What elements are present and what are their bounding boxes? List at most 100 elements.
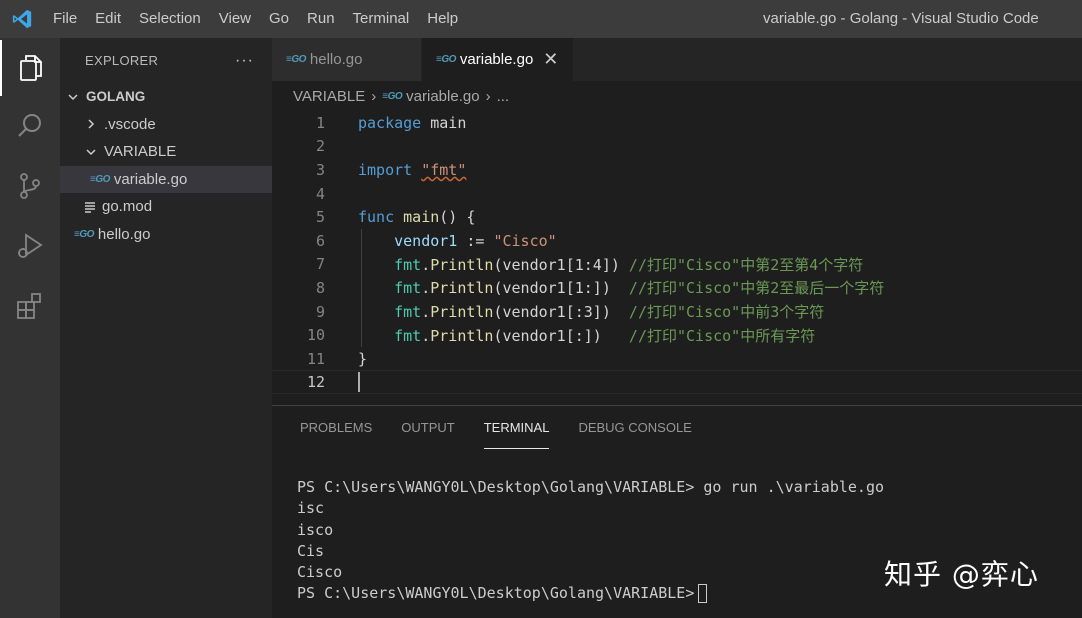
title-bar: File Edit Selection View Go Run Terminal… bbox=[0, 0, 1082, 38]
menu-run[interactable]: Run bbox=[298, 0, 344, 38]
code-text: fmt.Println(vendor1[:3]) //打印"Cisco"中前3个… bbox=[394, 303, 825, 322]
tree-item-label: .vscode bbox=[104, 115, 156, 133]
terminal-cursor bbox=[698, 584, 708, 604]
breadcrumb-file[interactable]: variable.go bbox=[406, 88, 479, 105]
code-text: func main() { bbox=[358, 208, 476, 227]
line-number: 9 bbox=[315, 302, 325, 321]
go-file-icon: ≡GO bbox=[436, 54, 456, 65]
line-number: 10 bbox=[306, 326, 325, 345]
editor-tabs: ≡GO hello.go ≡GO variable.go ✕ bbox=[272, 38, 1082, 81]
breadcrumb-ellipsis[interactable]: ... bbox=[497, 88, 510, 105]
code-editor[interactable]: 1 package main 2 3 import "fmt" 4 5 func… bbox=[272, 111, 1082, 394]
code-line: 1 package main bbox=[272, 111, 1082, 135]
tab-terminal[interactable]: TERMINAL bbox=[483, 406, 549, 450]
menu-help[interactable]: Help bbox=[418, 0, 467, 38]
breadcrumb: VARIABLE › ≡GO variable.go › ... bbox=[293, 81, 509, 111]
code-text: fmt.Println(vendor1[1:]) //打印"Cisco"中第2至… bbox=[394, 279, 885, 298]
explorer-icon[interactable] bbox=[0, 40, 60, 96]
more-actions-icon[interactable]: ··· bbox=[235, 52, 254, 70]
text-file-icon bbox=[84, 201, 96, 213]
tab-label: variable.go bbox=[459, 51, 534, 68]
menu-file[interactable]: File bbox=[44, 0, 86, 38]
explorer-header: EXPLORER ··· bbox=[60, 38, 272, 83]
chevron-down-icon bbox=[84, 145, 98, 159]
line-number: 6 bbox=[315, 231, 325, 250]
code-line: 2 bbox=[272, 135, 1082, 159]
chevron-right-icon: › bbox=[371, 87, 377, 105]
line-number: 5 bbox=[315, 208, 325, 227]
code-line: 9 fmt.Println(vendor1[:3]) //打印"Cisco"中前… bbox=[272, 300, 1082, 324]
extensions-icon[interactable] bbox=[0, 278, 60, 334]
line-number: 1 bbox=[315, 113, 325, 132]
tree-item-go-mod[interactable]: go.mod bbox=[60, 193, 272, 221]
line-number: 8 bbox=[315, 278, 325, 297]
search-icon[interactable] bbox=[0, 98, 60, 154]
line-number: 11 bbox=[306, 349, 325, 368]
terminal-line: Cisco bbox=[297, 563, 343, 582]
vscode-logo-icon bbox=[0, 0, 44, 38]
menu-terminal[interactable]: Terminal bbox=[344, 0, 419, 38]
tab-problems[interactable]: PROBLEMS bbox=[300, 406, 372, 450]
code-line: 11 } bbox=[272, 347, 1082, 371]
text-caret bbox=[358, 372, 360, 393]
tree-item-variable-go[interactable]: ≡GO variable.go bbox=[60, 165, 272, 193]
source-control-icon[interactable] bbox=[0, 158, 60, 214]
tree-item-variable-folder[interactable]: VARIABLE bbox=[60, 138, 272, 166]
terminal-line: Cis bbox=[297, 541, 325, 560]
close-icon[interactable]: ✕ bbox=[543, 49, 558, 70]
code-line: 12 bbox=[272, 371, 1082, 395]
tree-item-hello-go[interactable]: ≡GO hello.go bbox=[60, 221, 272, 249]
terminal-line: isc bbox=[297, 499, 325, 518]
code-line: 4 bbox=[272, 182, 1082, 206]
menu-go[interactable]: Go bbox=[260, 0, 298, 38]
menu-edit[interactable]: Edit bbox=[86, 0, 130, 38]
line-number: 3 bbox=[315, 160, 325, 179]
chevron-right-icon: › bbox=[485, 87, 491, 105]
line-number: 12 bbox=[306, 373, 325, 392]
terminal-output[interactable]: PS C:\Users\WANGY0L\Desktop\Golang\VARIA… bbox=[297, 456, 884, 618]
panel-tabs: PROBLEMS OUTPUT TERMINAL DEBUG CONSOLE bbox=[272, 406, 1082, 450]
menu-bar: File Edit Selection View Go Run Terminal… bbox=[44, 0, 467, 38]
run-debug-icon[interactable] bbox=[0, 218, 60, 274]
line-number: 4 bbox=[315, 184, 325, 203]
terminal-line: PS C:\Users\WANGY0L\Desktop\Golang\VARIA… bbox=[297, 478, 884, 497]
chevron-right-icon bbox=[84, 117, 98, 131]
line-number: 2 bbox=[315, 137, 325, 156]
terminal-prompt-line: PS C:\Users\WANGY0L\Desktop\Golang\VARIA… bbox=[297, 583, 884, 604]
tree-item-label: go.mod bbox=[102, 198, 153, 216]
workspace-root-label: GOLANG bbox=[86, 89, 146, 105]
tree-item-label: hello.go bbox=[97, 225, 151, 243]
workspace-root-golang[interactable]: GOLANG bbox=[60, 83, 272, 111]
window-title: variable.go - Golang - Visual Studio Cod… bbox=[763, 10, 1039, 27]
terminal-line: isco bbox=[297, 520, 334, 539]
code-text: import "fmt" bbox=[358, 160, 467, 179]
code-line: 5 func main() { bbox=[272, 205, 1082, 229]
line-number: 7 bbox=[315, 255, 325, 274]
go-file-icon: ≡GO bbox=[74, 228, 94, 240]
explorer-sidebar: EXPLORER ··· GOLANG .vscode VARIABLE ≡GO… bbox=[60, 38, 272, 618]
chevron-down-icon bbox=[66, 90, 80, 104]
code-line: 10 fmt.Println(vendor1[:]) //打印"Cisco"中所… bbox=[272, 323, 1082, 347]
tree-item-vscode[interactable]: .vscode bbox=[60, 111, 272, 139]
go-file-icon: ≡GO bbox=[90, 173, 110, 185]
menu-view[interactable]: View bbox=[210, 0, 260, 38]
tab-hello-go[interactable]: ≡GO hello.go bbox=[272, 38, 422, 81]
breadcrumb-folder[interactable]: VARIABLE bbox=[293, 88, 365, 105]
code-text: vendor1 := "Cisco" bbox=[394, 231, 557, 250]
code-line: 7 fmt.Println(vendor1[1:4]) //打印"Cisco"中… bbox=[272, 253, 1082, 277]
explorer-title: EXPLORER bbox=[85, 53, 159, 68]
code-text: package main bbox=[358, 113, 467, 132]
code-text: } bbox=[358, 349, 368, 368]
code-line: 8 fmt.Println(vendor1[1:]) //打印"Cisco"中第… bbox=[272, 276, 1082, 300]
zhihu-watermark: 知乎 @弈心 bbox=[884, 558, 1039, 591]
menu-selection[interactable]: Selection bbox=[130, 0, 210, 38]
tab-variable-go[interactable]: ≡GO variable.go ✕ bbox=[422, 38, 574, 81]
tree-item-label: VARIABLE bbox=[104, 143, 177, 161]
code-text: fmt.Println(vendor1[:]) //打印"Cisco"中所有字符 bbox=[394, 326, 816, 345]
tab-output[interactable]: OUTPUT bbox=[401, 406, 454, 450]
terminal-prompt: PS C:\Users\WANGY0L\Desktop\Golang\VARIA… bbox=[297, 584, 695, 603]
tab-label: hello.go bbox=[309, 51, 363, 68]
tab-debug-console[interactable]: DEBUG CONSOLE bbox=[578, 406, 691, 450]
activity-bar bbox=[0, 38, 60, 618]
go-file-icon: ≡GO bbox=[382, 90, 403, 102]
